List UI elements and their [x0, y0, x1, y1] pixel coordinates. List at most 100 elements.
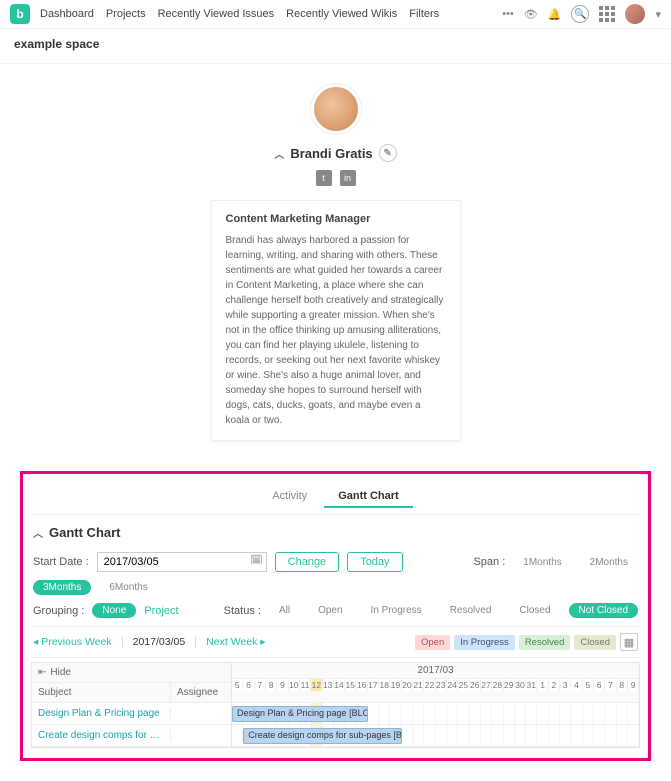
avatar-dropdown-icon[interactable]: ▾	[655, 8, 661, 21]
month-label: 2017/03	[232, 663, 639, 679]
grid-cell	[458, 703, 469, 724]
legend-inprogress: In Progress	[454, 635, 515, 650]
task-subject[interactable]: Design Plan & Pricing page	[32, 708, 171, 719]
bell-icon[interactable]: 🔔	[548, 8, 562, 21]
legend-closed: Closed	[574, 635, 616, 650]
grid-cell	[402, 703, 413, 724]
grouping-label: Grouping :	[33, 605, 84, 617]
grid-cell	[605, 703, 616, 724]
status-inprogress[interactable]: In Progress	[361, 603, 432, 618]
grid-cell	[368, 703, 379, 724]
profile-name: Brandi Gratis	[290, 146, 372, 161]
collapse-icon[interactable]: ︿	[274, 146, 284, 161]
day-cell: 12	[311, 679, 322, 691]
day-cell: 22	[424, 679, 435, 691]
gantt-row: Design Plan & Pricing page [BLOGSON-17]	[232, 703, 639, 725]
task-subject[interactable]: Create design comps for sub-pages	[32, 730, 171, 741]
grid-cell	[402, 725, 413, 746]
day-cell: 7	[255, 679, 266, 691]
nav-recent-issues[interactable]: Recently Viewed Issues	[158, 8, 275, 20]
day-cell: 9	[628, 679, 639, 691]
more-icon[interactable]: •••	[502, 8, 514, 20]
grid-cell	[628, 725, 639, 746]
grid-cell	[413, 703, 424, 724]
gantt-bar[interactable]: Create design comps for sub-pages [BLGDS…	[243, 728, 401, 744]
gantt-timeline-header: 2017/03 56789101112131415161718192021222…	[232, 663, 639, 702]
status-notclosed[interactable]: Not Closed	[569, 603, 638, 618]
grid-cell	[470, 703, 481, 724]
day-cell: 3	[560, 679, 571, 691]
day-cell: 8	[617, 679, 628, 691]
change-button[interactable]: Change	[275, 552, 340, 572]
grid-cell	[447, 725, 458, 746]
gantt-row: Create design comps for sub-pages [BLGDS…	[232, 725, 639, 747]
edit-profile-icon[interactable]: ✎	[379, 144, 397, 162]
status-all[interactable]: All	[269, 603, 300, 618]
grid-cell	[379, 703, 390, 724]
grid-cell	[560, 703, 571, 724]
watch-icon[interactable]: 👁	[524, 8, 538, 21]
grid-cell	[537, 725, 548, 746]
grid-cell	[504, 703, 515, 724]
day-cell: 7	[605, 679, 616, 691]
day-cell: 31	[526, 679, 537, 691]
span-2m[interactable]: 2Months	[580, 555, 638, 570]
grid-cell	[594, 703, 605, 724]
today-button[interactable]: Today	[347, 552, 402, 572]
gantt-body-right: Design Plan & Pricing page [BLOGSON-17] C…	[232, 703, 639, 747]
tabs-row: Activity Gantt Chart	[31, 480, 640, 515]
grid-cell	[447, 703, 458, 724]
span-1m[interactable]: 1Months	[513, 555, 571, 570]
grid-cell	[617, 725, 628, 746]
tab-activity[interactable]: Activity	[258, 486, 321, 506]
grid-cell	[492, 725, 503, 746]
gantt-body-left: Design Plan & Pricing page Create design …	[32, 703, 232, 747]
legend-open: Open	[415, 635, 450, 650]
grouping-none[interactable]: None	[92, 603, 136, 618]
user-avatar[interactable]	[625, 4, 645, 24]
gantt-settings-icon[interactable]: ▦	[620, 633, 638, 651]
nav-recent-wikis[interactable]: Recently Viewed Wikis	[286, 8, 397, 20]
day-cell: 16	[356, 679, 367, 691]
next-week-link[interactable]: Next Week ▸	[206, 636, 265, 648]
status-closed[interactable]: Closed	[509, 603, 560, 618]
twitter-icon[interactable]: t	[316, 170, 332, 186]
nav-filters[interactable]: Filters	[409, 8, 439, 20]
grouping-project[interactable]: Project	[144, 605, 178, 617]
nav-projects[interactable]: Projects	[106, 8, 146, 20]
gantt-bar[interactable]: Design Plan & Pricing page [BLOGSON-17]	[232, 706, 368, 722]
linkedin-icon[interactable]: in	[340, 170, 356, 186]
section-collapse-icon[interactable]: ︿	[33, 525, 43, 540]
hide-columns-toggle[interactable]: ⇤ Hide	[32, 663, 231, 683]
nav-dashboard[interactable]: Dashboard	[40, 8, 94, 20]
calendar-icon[interactable]: 🗓	[250, 555, 263, 566]
social-links: t in	[0, 170, 671, 186]
main-nav: Dashboard Projects Recently Viewed Issue…	[40, 8, 439, 20]
day-cell: 10	[289, 679, 300, 691]
grid-cell	[390, 703, 401, 724]
tab-gantt[interactable]: Gantt Chart	[324, 486, 413, 508]
start-date-input[interactable]	[97, 552, 267, 572]
gantt-left-header: ⇤ Hide Subject Assignee	[32, 663, 232, 702]
search-icon[interactable]: 🔍	[571, 5, 589, 23]
grid-cell	[594, 725, 605, 746]
day-cell: 11	[300, 679, 311, 691]
status-open[interactable]: Open	[308, 603, 352, 618]
bio-text: Brandi has always harbored a passion for…	[226, 233, 446, 428]
grid-cell	[628, 703, 639, 724]
app-logo[interactable]: b	[10, 4, 30, 24]
apps-icon[interactable]	[599, 6, 615, 22]
day-cell: 2	[549, 679, 560, 691]
task-row: Create design comps for sub-pages	[32, 725, 231, 747]
grid-cell	[605, 725, 616, 746]
grid-cell	[583, 703, 594, 724]
grid-cell	[515, 725, 526, 746]
prev-week-link[interactable]: ◂ Previous Week	[33, 636, 112, 648]
span-3m[interactable]: 3Months	[33, 580, 91, 595]
grid-cell	[232, 725, 243, 746]
span-6m[interactable]: 6Months	[99, 580, 157, 595]
status-resolved[interactable]: Resolved	[440, 603, 502, 618]
bio-role: Content Marketing Manager	[226, 213, 446, 225]
current-date: 2017/03/05	[133, 636, 186, 648]
grid-cell	[560, 725, 571, 746]
